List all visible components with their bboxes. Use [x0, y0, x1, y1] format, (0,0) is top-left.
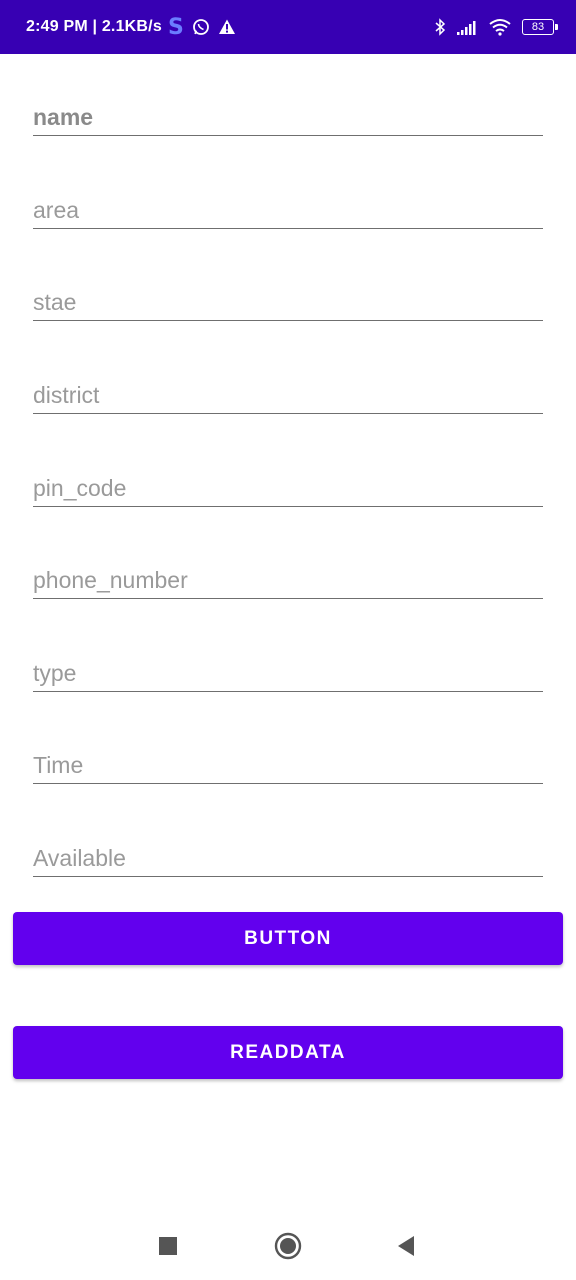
pin-code-field[interactable] [33, 466, 543, 507]
submit-button[interactable]: BUTTON [13, 912, 563, 965]
area-field[interactable] [33, 188, 543, 229]
signal-icon [457, 21, 476, 35]
pin-code-input[interactable] [33, 475, 543, 502]
name-input[interactable] [33, 104, 543, 131]
state-field[interactable] [33, 280, 543, 321]
readdata-button[interactable]: READDATA [13, 1026, 563, 1079]
time-input[interactable] [33, 752, 543, 779]
available-input[interactable] [33, 845, 543, 872]
wifi-icon [489, 19, 511, 36]
available-field[interactable] [33, 836, 543, 877]
back-triangle-icon[interactable] [392, 1232, 420, 1260]
battery-icon: 83 [522, 19, 558, 35]
phone-number-input[interactable] [33, 567, 543, 594]
warning-icon [218, 19, 235, 34]
status-right: 83 [424, 0, 558, 54]
name-field[interactable] [33, 95, 543, 136]
district-input[interactable] [33, 382, 543, 409]
s-app-icon: S [167, 14, 184, 40]
district-field[interactable] [33, 373, 543, 414]
recents-square-icon[interactable] [154, 1232, 182, 1260]
status-time-speed: 2:49 PM | 2.1KB/s [26, 18, 162, 35]
type-field[interactable] [33, 651, 543, 692]
type-input[interactable] [33, 660, 543, 687]
area-input[interactable] [33, 197, 543, 224]
status-left: 2:49 PM | 2.1KB/s S [26, 0, 236, 54]
status-bar: 2:49 PM | 2.1KB/s S 83 [0, 0, 576, 54]
home-circle-icon[interactable] [274, 1232, 302, 1260]
time-field[interactable] [33, 743, 543, 784]
whatsapp-icon [193, 19, 209, 35]
phone-number-field[interactable] [33, 558, 543, 599]
state-input[interactable] [33, 289, 543, 316]
bluetooth-icon [435, 18, 446, 36]
navigation-bar [0, 1210, 576, 1280]
